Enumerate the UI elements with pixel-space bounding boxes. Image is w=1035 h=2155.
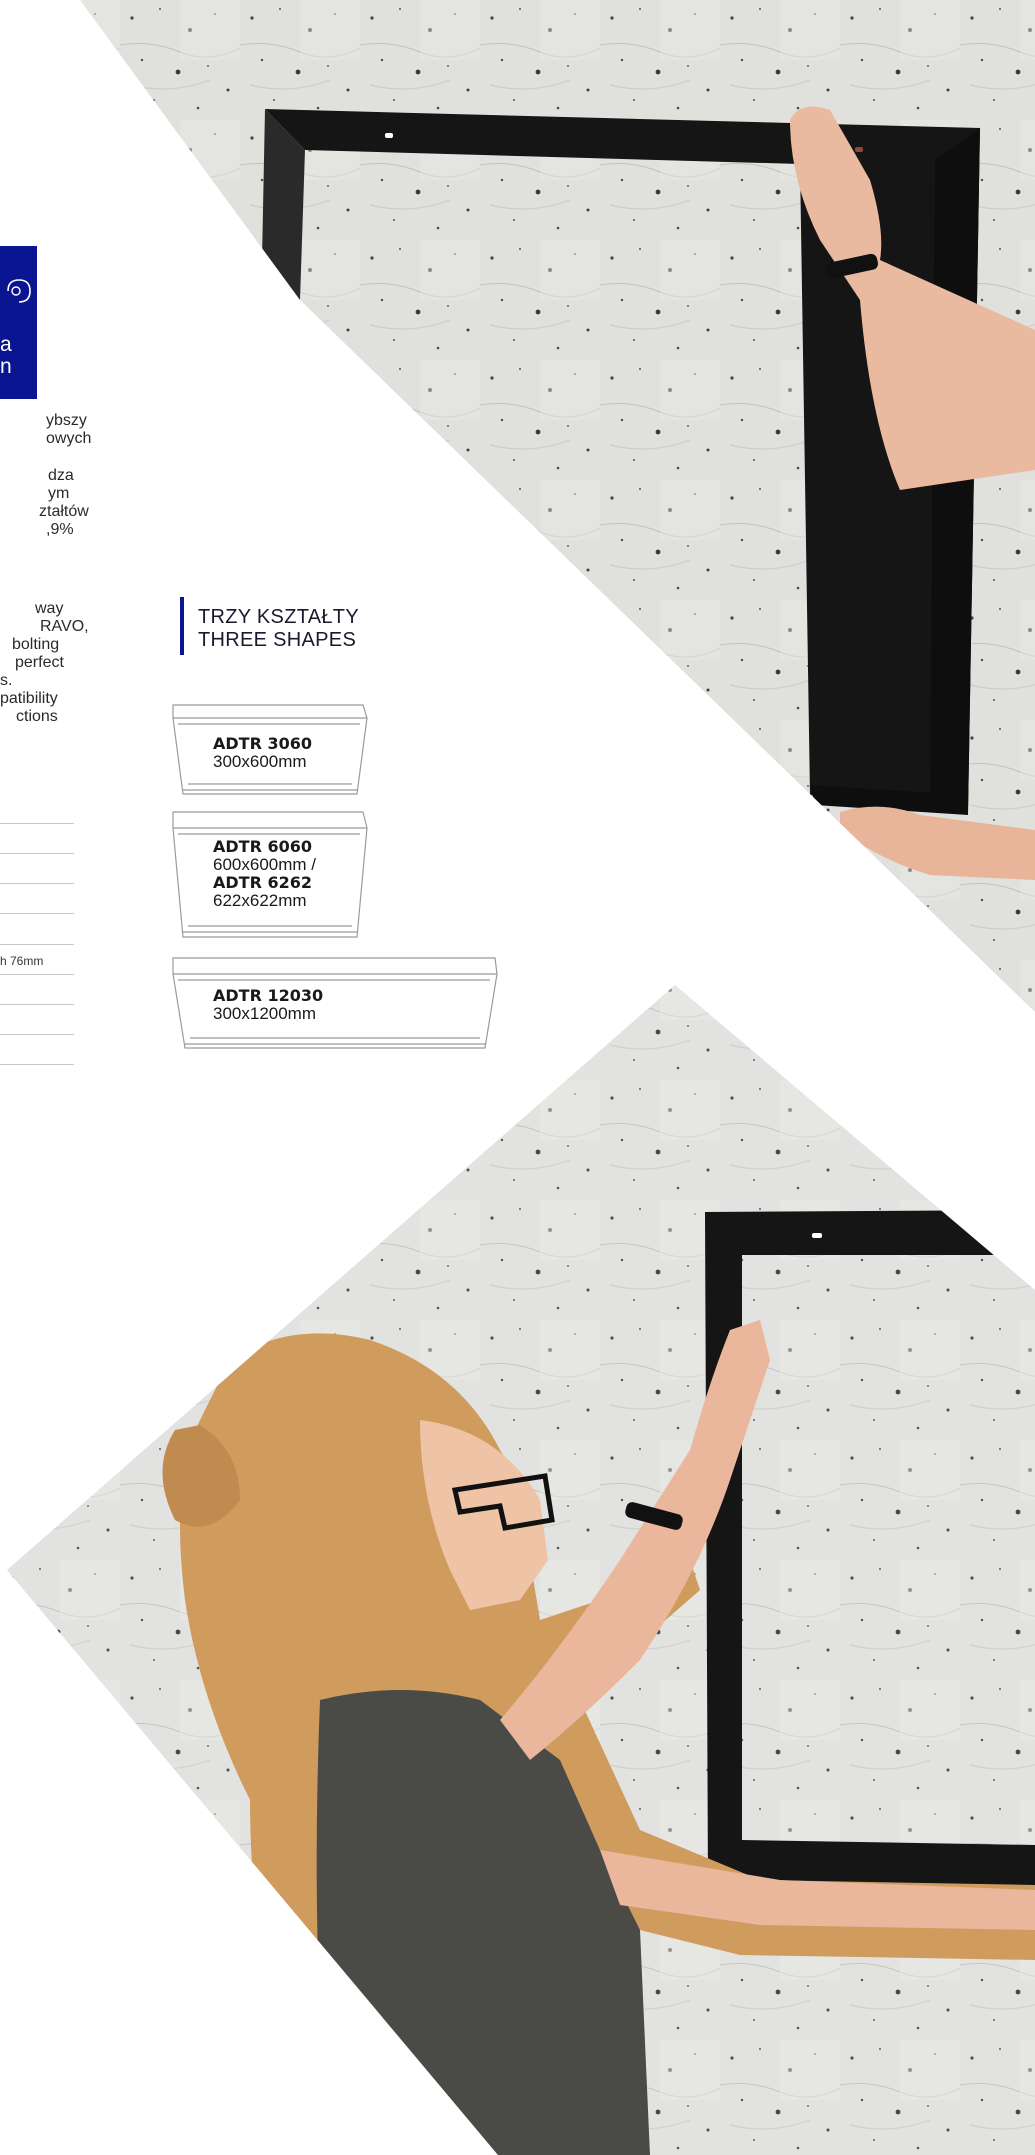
flower-icon (7, 279, 31, 303)
shape-dimensions: 300x1200mm (213, 1004, 317, 1023)
shape-code: ADTR 3060 (213, 734, 312, 753)
section-accent-bar (180, 597, 184, 655)
table-rule (0, 823, 74, 824)
shape-dimensions: 300x600mm (213, 752, 307, 771)
table-rule (0, 944, 74, 945)
table-rule (0, 883, 74, 884)
shape-item-6060: ADTR 6060 600x600mm / ADTR 6262 622x622m… (213, 838, 316, 910)
card-text-line-1: a (0, 333, 12, 356)
table-rule (0, 974, 74, 975)
feature-card: a n (0, 246, 37, 399)
shape-code-alt: ADTR 6262 (213, 873, 312, 892)
shapes-heading-pl: TRZY KSZTAŁTY (198, 606, 359, 628)
shape-code: ADTR 12030 (213, 986, 324, 1005)
text-fragment: patibility (0, 690, 58, 707)
table-rule (0, 1034, 74, 1035)
shape-item-12030: ADTR 12030 300x1200mm (213, 987, 323, 1023)
text-fragment: ,9% (46, 521, 74, 538)
table-cell: h 76mm (0, 954, 44, 968)
text-fragment: owych (46, 430, 92, 447)
text-fragment: bolting (12, 636, 60, 653)
text-fragment: ctions (16, 708, 58, 725)
text-fragment: dza (48, 467, 74, 484)
shape-dimensions: 600x600mm / (213, 855, 316, 874)
table-rule (0, 853, 74, 854)
card-text-line-2: n (0, 355, 12, 378)
table-rule (0, 1004, 74, 1005)
shape-dimensions-alt: 622x622mm (213, 891, 307, 910)
text-fragment: ybszy (46, 412, 87, 429)
shapes-heading: TRZY KSZTAŁTY THREE SHAPES (198, 606, 359, 652)
product-photos (7, 0, 1035, 2155)
shapes-heading-en: THREE SHAPES (198, 629, 357, 651)
table-rule (0, 1064, 74, 1065)
text-fragment: s. (0, 672, 13, 689)
table-rule (0, 913, 74, 914)
shape-code: ADTR 6060 (213, 837, 312, 856)
text-fragment: RAVO, (40, 618, 89, 635)
shape-item-3060: ADTR 3060 300x600mm (213, 735, 312, 771)
text-fragment: perfect (15, 654, 64, 671)
text-fragment: ztałtów (39, 503, 89, 520)
text-fragment: way (35, 600, 64, 617)
text-fragment: ym (48, 485, 70, 502)
